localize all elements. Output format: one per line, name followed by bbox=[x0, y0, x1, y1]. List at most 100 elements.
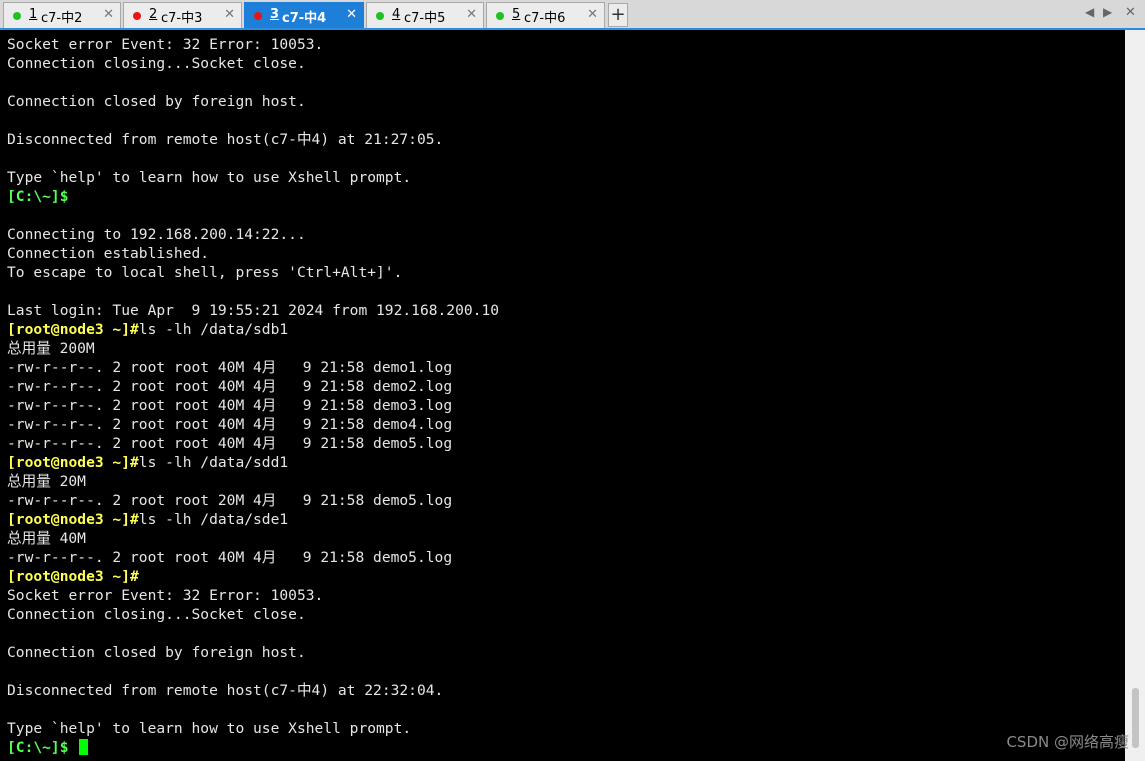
line-text: -rw-r--r--. 2 root root 40M 4月 9 21:58 d… bbox=[7, 359, 453, 376]
command-text: ls -lh /data/sdb1 bbox=[138, 321, 289, 338]
tab-title: c7-中6 bbox=[524, 11, 566, 26]
tab-title: c7-中4 bbox=[282, 11, 327, 26]
output-line: Connecting to 192.168.200.14:22... bbox=[7, 225, 499, 244]
shell-prompt: [root@node3 ~]# bbox=[7, 568, 139, 585]
output-line: -rw-r--r--. 2 root root 40M 4月 9 21:58 d… bbox=[7, 548, 499, 567]
tab-bar: 1 c7-中2 ✕ 2 c7-中3 ✕ 3 c7-中4 ✕ 4 c7-中5 ✕ … bbox=[0, 0, 1145, 30]
tab-number: 4 bbox=[392, 7, 401, 22]
output-line: Socket error Event: 32 Error: 10053. bbox=[7, 35, 499, 54]
watermark: CSDN @网络高瘦 bbox=[1006, 733, 1129, 751]
output-line: Connection closed by foreign host. bbox=[7, 643, 499, 662]
close-session-icon[interactable]: ✕ bbox=[1125, 5, 1136, 20]
add-tab-button[interactable]: + bbox=[608, 3, 628, 27]
line-text: Type `help' to learn how to use Xshell p… bbox=[7, 720, 412, 737]
output-line: Connection established. bbox=[7, 244, 499, 263]
tab-c7-4[interactable]: 3 c7-中4 ✕ bbox=[244, 2, 364, 28]
line-text: -rw-r--r--. 2 root root 40M 4月 9 21:58 d… bbox=[7, 435, 453, 452]
output-line: -rw-r--r--. 2 root root 40M 4月 9 21:58 d… bbox=[7, 396, 499, 415]
line-text: Connection closed by foreign host. bbox=[7, 93, 306, 110]
output-line: Socket error Event: 32 Error: 10053. bbox=[7, 586, 499, 605]
prompt-line: [root@node3 ~]#ls -lh /data/sde1 bbox=[7, 510, 499, 529]
output-line: Type `help' to learn how to use Xshell p… bbox=[7, 719, 499, 738]
tab-number: 2 bbox=[149, 7, 158, 22]
terminal-lines: Socket error Event: 32 Error: 10053. Conn… bbox=[7, 35, 499, 757]
command-text: ls -lh /data/sdd1 bbox=[138, 454, 289, 471]
status-dot-icon bbox=[496, 12, 504, 20]
scroll-left-icon[interactable]: ◀ bbox=[1085, 5, 1094, 19]
output-line: -rw-r--r--. 2 root root 40M 4月 9 21:58 d… bbox=[7, 377, 499, 396]
tab-c7-6[interactable]: 5 c7-中6 ✕ bbox=[486, 2, 605, 28]
line-text: Disconnected from remote host(c7-中4) at … bbox=[7, 131, 444, 148]
terminal-output[interactable]: Socket error Event: 32 Error: 10053. Conn… bbox=[0, 30, 1125, 761]
output-line: Connection closing...Socket close. bbox=[7, 54, 499, 73]
tab-number: 1 bbox=[29, 7, 38, 22]
output-line: Disconnected from remote host(c7-中4) at … bbox=[7, 681, 499, 700]
line-text: Type `help' to learn how to use Xshell p… bbox=[7, 169, 412, 186]
scrollbar-thumb[interactable] bbox=[1132, 688, 1139, 748]
close-icon[interactable]: ✕ bbox=[103, 7, 114, 22]
line-text: Connection closing...Socket close. bbox=[7, 55, 306, 72]
line-text: Socket error Event: 32 Error: 10053. bbox=[7, 587, 324, 604]
status-dot-icon bbox=[376, 12, 384, 20]
output-line: -rw-r--r--. 2 root root 40M 4月 9 21:58 d… bbox=[7, 434, 499, 453]
tab-title: c7-中3 bbox=[161, 11, 203, 26]
line-text: Connecting to 192.168.200.14:22... bbox=[7, 226, 306, 243]
command-text bbox=[69, 739, 78, 756]
output-line: Disconnected from remote host(c7-中4) at … bbox=[7, 130, 499, 149]
prompt-line: [C:\~]$ bbox=[7, 187, 499, 206]
output-line: -rw-r--r--. 2 root root 20M 4月 9 21:58 d… bbox=[7, 491, 499, 510]
output-line: Connection closing...Socket close. bbox=[7, 605, 499, 624]
prompt-line: [root@node3 ~]# bbox=[7, 567, 499, 586]
output-line: -rw-r--r--. 2 root root 40M 4月 9 21:58 d… bbox=[7, 358, 499, 377]
tab-c7-3[interactable]: 2 c7-中3 ✕ bbox=[123, 2, 242, 28]
tab-c7-2[interactable]: 1 c7-中2 ✕ bbox=[3, 2, 121, 28]
shell-prompt: [root@node3 ~]# bbox=[7, 454, 139, 471]
line-text: 总用量 40M bbox=[7, 530, 86, 547]
output-line: Connection closed by foreign host. bbox=[7, 92, 499, 111]
close-icon[interactable]: ✕ bbox=[466, 7, 477, 22]
shell-prompt: [C:\~]$ bbox=[7, 739, 69, 756]
line-text: Last login: Tue Apr 9 19:55:21 2024 from… bbox=[7, 302, 500, 319]
tab-number: 5 bbox=[512, 7, 521, 22]
vertical-scrollbar[interactable] bbox=[1125, 30, 1145, 761]
line-text: Disconnected from remote host(c7-中4) at … bbox=[7, 682, 444, 699]
prompt-line: [root@node3 ~]#ls -lh /data/sdd1 bbox=[7, 453, 499, 472]
line-text: -rw-r--r--. 2 root root 40M 4月 9 21:58 d… bbox=[7, 549, 453, 566]
line-text: 总用量 20M bbox=[7, 473, 86, 490]
line-text: To escape to local shell, press 'Ctrl+Al… bbox=[7, 264, 403, 281]
output-line: 总用量 200M bbox=[7, 339, 499, 358]
shell-prompt: [root@node3 ~]# bbox=[7, 321, 139, 338]
output-line: Type `help' to learn how to use Xshell p… bbox=[7, 168, 499, 187]
line-text: Socket error Event: 32 Error: 10053. bbox=[7, 36, 324, 53]
line-text: Connection established. bbox=[7, 245, 210, 262]
line-text: -rw-r--r--. 2 root root 40M 4月 9 21:58 d… bbox=[7, 378, 453, 395]
output-line: Last login: Tue Apr 9 19:55:21 2024 from… bbox=[7, 301, 499, 320]
tab-c7-5[interactable]: 4 c7-中5 ✕ bbox=[366, 2, 484, 28]
close-icon[interactable]: ✕ bbox=[346, 7, 357, 22]
close-icon[interactable]: ✕ bbox=[587, 7, 598, 22]
shell-prompt: [root@node3 ~]# bbox=[7, 511, 139, 528]
tab-number: 3 bbox=[270, 7, 280, 22]
line-text: 总用量 200M bbox=[7, 340, 95, 357]
status-dot-icon bbox=[133, 12, 141, 20]
line-text: -rw-r--r--. 2 root root 20M 4月 9 21:58 d… bbox=[7, 492, 453, 509]
line-text: Connection closing...Socket close. bbox=[7, 606, 306, 623]
prompt-line: [root@node3 ~]#ls -lh /data/sdb1 bbox=[7, 320, 499, 339]
output-line: 总用量 20M bbox=[7, 472, 499, 491]
status-dot-icon bbox=[13, 12, 21, 20]
shell-prompt: [C:\~]$ bbox=[7, 188, 69, 205]
prompt-line: [C:\~]$ bbox=[7, 738, 499, 757]
line-text: -rw-r--r--. 2 root root 40M 4月 9 21:58 d… bbox=[7, 397, 453, 414]
command-text: ls -lh /data/sde1 bbox=[138, 511, 289, 528]
close-icon[interactable]: ✕ bbox=[224, 7, 235, 22]
text-cursor bbox=[79, 739, 89, 755]
scroll-right-icon[interactable]: ▶ bbox=[1103, 5, 1112, 19]
output-line: -rw-r--r--. 2 root root 40M 4月 9 21:58 d… bbox=[7, 415, 499, 434]
output-line: 总用量 40M bbox=[7, 529, 499, 548]
